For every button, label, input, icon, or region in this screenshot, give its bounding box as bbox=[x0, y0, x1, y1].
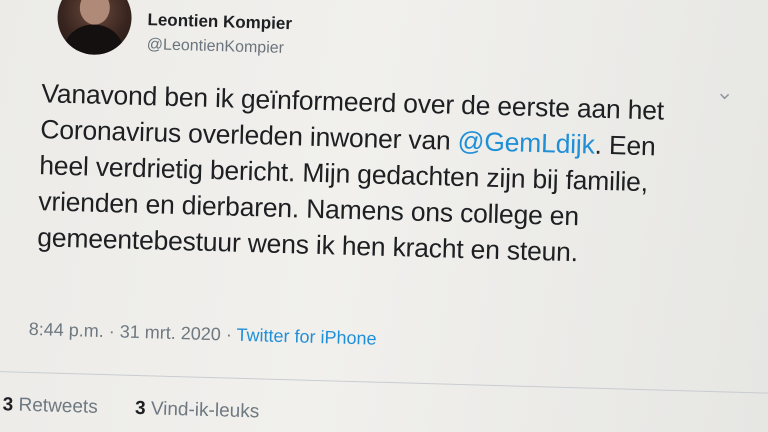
screen: Leontien Kompier @LeontienKompier Vanavo… bbox=[0, 0, 768, 432]
display-name[interactable]: Leontien Kompier bbox=[147, 10, 292, 34]
tweet-stats: 3 Retweets 3 Vind-ik-leuks bbox=[2, 394, 291, 424]
tweet-text: Vanavond ben ik geïnformeerd over de eer… bbox=[37, 75, 762, 275]
retweets-count: 3 bbox=[2, 394, 14, 416]
likes-label: Vind-ik-leuks bbox=[150, 398, 260, 423]
avatar-face bbox=[79, 0, 111, 26]
retweets-stat[interactable]: 3 Retweets bbox=[2, 394, 98, 418]
tweet-date[interactable]: 31 mrt. 2020 bbox=[120, 321, 222, 344]
divider bbox=[0, 370, 768, 395]
mention-link[interactable]: @GemLdijk bbox=[457, 126, 595, 160]
retweets-label: Retweets bbox=[18, 394, 99, 418]
user-handle[interactable]: @LeontienKompier bbox=[147, 36, 285, 58]
tweet-meta: 8:44 p.m. · 31 mrt. 2020 · Twitter for i… bbox=[29, 319, 377, 350]
meta-separator: · bbox=[103, 321, 121, 342]
meta-separator: · bbox=[220, 324, 237, 345]
tweet-source-link[interactable]: Twitter for iPhone bbox=[236, 325, 377, 349]
avatar[interactable] bbox=[56, 0, 133, 56]
avatar-shoulders bbox=[62, 23, 126, 56]
tweet-time[interactable]: 8:44 p.m. bbox=[29, 319, 105, 341]
likes-count: 3 bbox=[134, 397, 146, 420]
likes-stat[interactable]: 3 Vind-ik-leuks bbox=[135, 398, 260, 422]
tweet-card: Leontien Kompier @LeontienKompier Vanavo… bbox=[0, 0, 768, 432]
tweet-text-segment: . Een bbox=[594, 129, 656, 162]
